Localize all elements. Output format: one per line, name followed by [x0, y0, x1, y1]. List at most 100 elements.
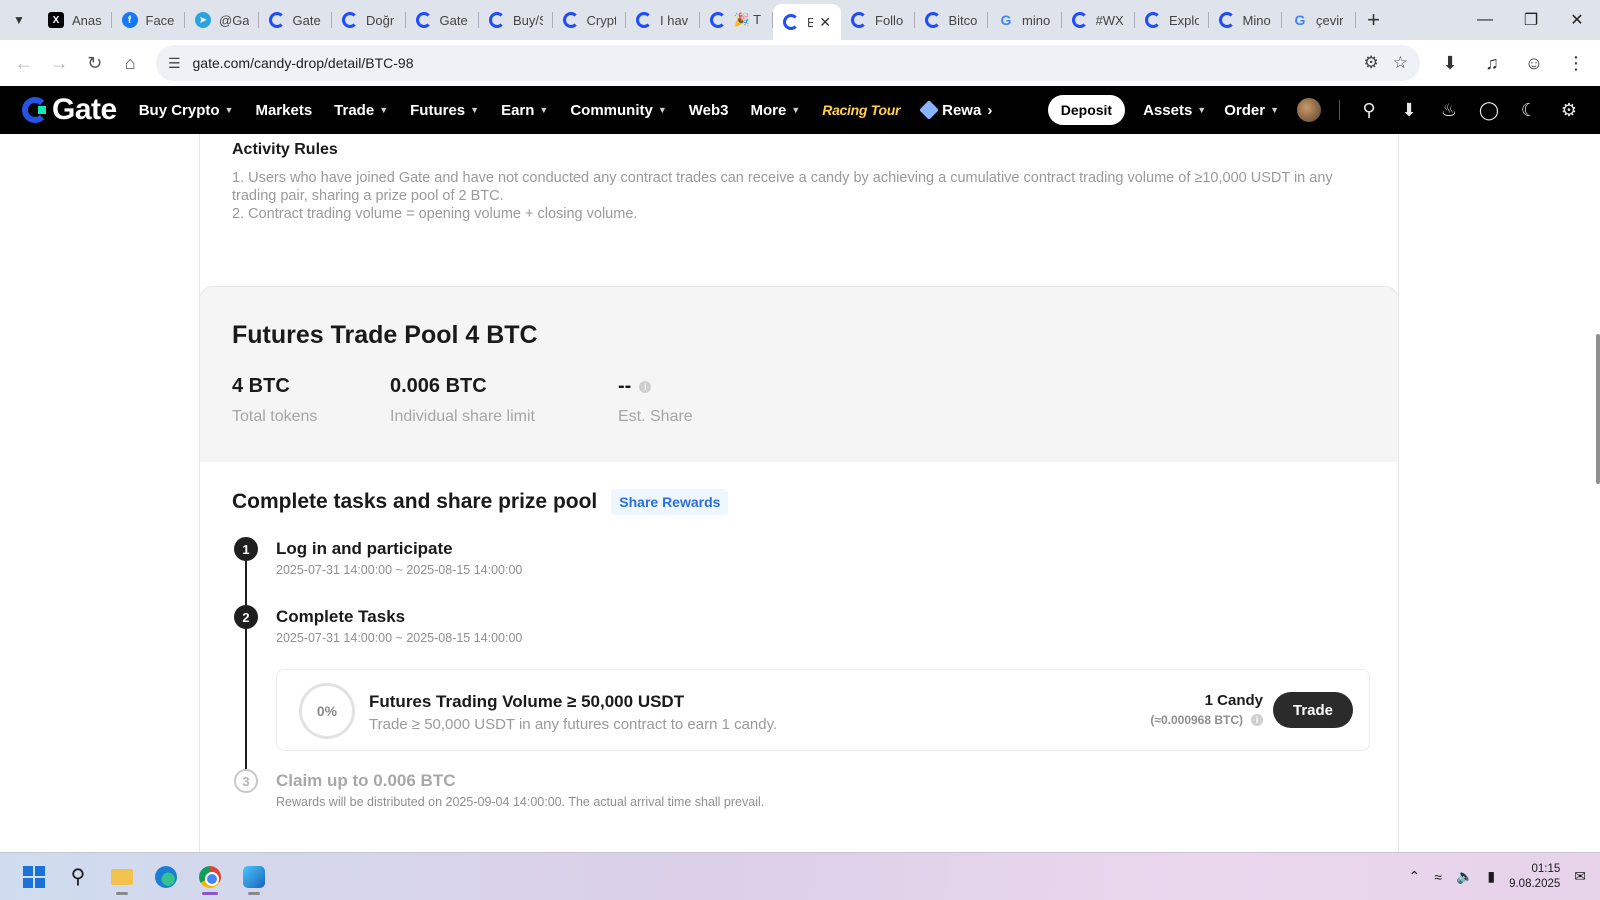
- globe-language-icon[interactable]: ◯: [1478, 100, 1500, 121]
- volume-icon[interactable]: 🔈: [1456, 868, 1473, 885]
- task-progress-ring: 0%: [299, 683, 355, 739]
- home-icon[interactable]: ⌂: [112, 45, 147, 81]
- close-tab-icon[interactable]: ✕: [819, 14, 831, 31]
- deposit-button[interactable]: Deposit: [1047, 95, 1126, 125]
- chrome-browser-icon[interactable]: [194, 861, 226, 895]
- gate-logo-icon: [22, 97, 48, 123]
- caret-down-icon: ▼: [224, 105, 234, 115]
- site-settings-icon[interactable]: ☰: [168, 55, 181, 72]
- download-app-icon[interactable]: ⬇: [1398, 100, 1420, 121]
- browser-tab[interactable]: ➤ @Ga: [185, 0, 259, 40]
- browser-tab[interactable]: #WX: [1062, 0, 1136, 40]
- tab-search-chevron-icon[interactable]: ▼: [0, 0, 38, 40]
- browser-tab[interactable]: Gçevir: [1282, 0, 1356, 40]
- google-icon: G: [1294, 12, 1306, 28]
- nav-futures[interactable]: Futures ▼: [410, 102, 479, 119]
- new-tab-plus-icon[interactable]: +: [1356, 0, 1392, 40]
- browser-tab[interactable]: Gate: [259, 0, 333, 40]
- gate-icon: [342, 12, 358, 28]
- cube-icon: [919, 100, 940, 120]
- gate-icon: [1145, 12, 1161, 28]
- pinned-app-icon[interactable]: [238, 861, 270, 895]
- browser-tab[interactable]: Bitco: [915, 0, 989, 40]
- task-title: Futures Trading Volume ≥ 50,000 USDT: [369, 692, 685, 711]
- trade-button[interactable]: Trade: [1273, 692, 1353, 728]
- tasks-title: Complete tasks and share prize pool: [232, 490, 598, 513]
- racing-tour-banner[interactable]: Racing Tour: [822, 102, 900, 118]
- browser-tab[interactable]: Crypt: [553, 0, 627, 40]
- bookmark-star-icon[interactable]: ☆: [1393, 53, 1408, 73]
- caret-down-icon: ▼: [1270, 105, 1279, 115]
- task-description: Trade ≥ 50,000 USDT in any futures contr…: [369, 716, 778, 733]
- browser-tab[interactable]: 🎉 T: [700, 0, 774, 40]
- media-control-icon[interactable]: ♫: [1474, 45, 1510, 81]
- gate-icon: [709, 12, 726, 28]
- stat-total-tokens: 4 BTC Total tokens: [232, 375, 318, 425]
- nav-assets[interactable]: Assets ▼: [1143, 102, 1206, 119]
- nav-order[interactable]: Order ▼: [1224, 102, 1279, 119]
- share-rewards-button[interactable]: Share Rewards: [611, 489, 729, 515]
- edge-browser-icon[interactable]: [150, 861, 182, 893]
- browser-tab[interactable]: Gmino: [988, 0, 1062, 40]
- nav-more[interactable]: More ▼: [751, 102, 801, 119]
- reload-icon[interactable]: ↻: [77, 45, 112, 81]
- browser-tab[interactable]: I hav: [626, 0, 700, 40]
- browser-tab-active[interactable]: E ✕: [773, 4, 841, 40]
- futures-pool-card: Futures Trade Pool 4 BTC 4 BTC Total tok…: [199, 286, 1399, 852]
- gate-logo[interactable]: Gate: [22, 93, 117, 127]
- info-icon[interactable]: i: [1251, 714, 1263, 726]
- gate-icon: [783, 14, 799, 30]
- stat-est-share: -- i Est. Share: [618, 375, 693, 425]
- forward-arrow-icon[interactable]: →: [41, 45, 76, 81]
- chevron-right-icon[interactable]: ›: [987, 102, 992, 119]
- close-window-icon[interactable]: ✕: [1554, 0, 1600, 40]
- nav-trade[interactable]: Trade ▼: [334, 102, 388, 119]
- nav-earn[interactable]: Earn ▼: [501, 102, 548, 119]
- browser-tab[interactable]: Doğr: [332, 0, 406, 40]
- caret-down-icon: ▼: [379, 105, 389, 115]
- browser-tab[interactable]: Gate: [406, 0, 480, 40]
- address-bar[interactable]: ☰ gate.com/candy-drop/detail/BTC-98 ⚙ ☆: [155, 45, 1420, 81]
- activity-rules-text: 1. Users who have joined Gate and have n…: [232, 169, 1342, 223]
- translate-icon[interactable]: ⚙: [1363, 53, 1378, 73]
- gate-icon: [415, 12, 432, 28]
- notification-bell-icon[interactable]: ♨: [1438, 100, 1460, 121]
- minimize-icon[interactable]: —: [1462, 0, 1508, 40]
- dark-mode-moon-icon[interactable]: ☾: [1518, 100, 1540, 121]
- user-avatar[interactable]: [1297, 98, 1321, 122]
- clock[interactable]: 01:15 9.08.2025: [1509, 862, 1560, 892]
- profile-icon[interactable]: ☺: [1516, 45, 1552, 81]
- notification-icon[interactable]: ✉: [1574, 868, 1586, 885]
- nav-buy-crypto[interactable]: Buy Crypto ▼: [139, 102, 234, 119]
- google-icon: G: [1000, 12, 1012, 28]
- start-button[interactable]: [18, 861, 50, 893]
- nav-web3[interactable]: Web3: [689, 102, 729, 119]
- settings-gear-icon[interactable]: ⚙: [1558, 100, 1580, 121]
- back-arrow-icon[interactable]: ←: [6, 45, 41, 81]
- nav-markets[interactable]: Markets: [255, 102, 312, 119]
- menu-dots-icon[interactable]: ⋮: [1558, 45, 1594, 81]
- caret-down-icon: ▼: [470, 105, 480, 115]
- restore-icon[interactable]: ❐: [1508, 0, 1554, 40]
- url-text[interactable]: gate.com/candy-drop/detail/BTC-98: [193, 55, 1364, 71]
- download-icon[interactable]: ⬇: [1432, 45, 1468, 81]
- search-icon[interactable]: ⚲: [1358, 100, 1380, 121]
- browser-tab[interactable]: fFaceb: [112, 0, 186, 40]
- battery-icon[interactable]: ▮: [1487, 868, 1495, 885]
- file-explorer-icon[interactable]: [106, 861, 138, 895]
- browser-tab[interactable]: Buy/S: [479, 0, 553, 40]
- wifi-icon[interactable]: ≈: [1434, 869, 1442, 885]
- browser-tab[interactable]: Explo: [1135, 0, 1209, 40]
- browser-tab-strip: ▼ XAnas fFaceb ➤@Ga Gate Doğr Gate Buy/S…: [0, 0, 1600, 40]
- nav-community[interactable]: Community ▼: [570, 102, 666, 119]
- page-content: Activity Rules 1. Users who have joined …: [0, 134, 1600, 852]
- taskbar-search-icon[interactable]: ⚲: [62, 861, 94, 893]
- page-scrollbar[interactable]: [1596, 334, 1600, 484]
- info-icon[interactable]: i: [639, 380, 652, 393]
- step-timeline: [245, 561, 247, 783]
- browser-tab[interactable]: Mino: [1209, 0, 1283, 40]
- chevron-up-icon[interactable]: ⌃: [1409, 868, 1421, 885]
- nav-rewards[interactable]: Rewa ›: [919, 100, 992, 120]
- browser-tab[interactable]: Follo: [841, 0, 915, 40]
- browser-tab[interactable]: X Anas: [38, 0, 112, 40]
